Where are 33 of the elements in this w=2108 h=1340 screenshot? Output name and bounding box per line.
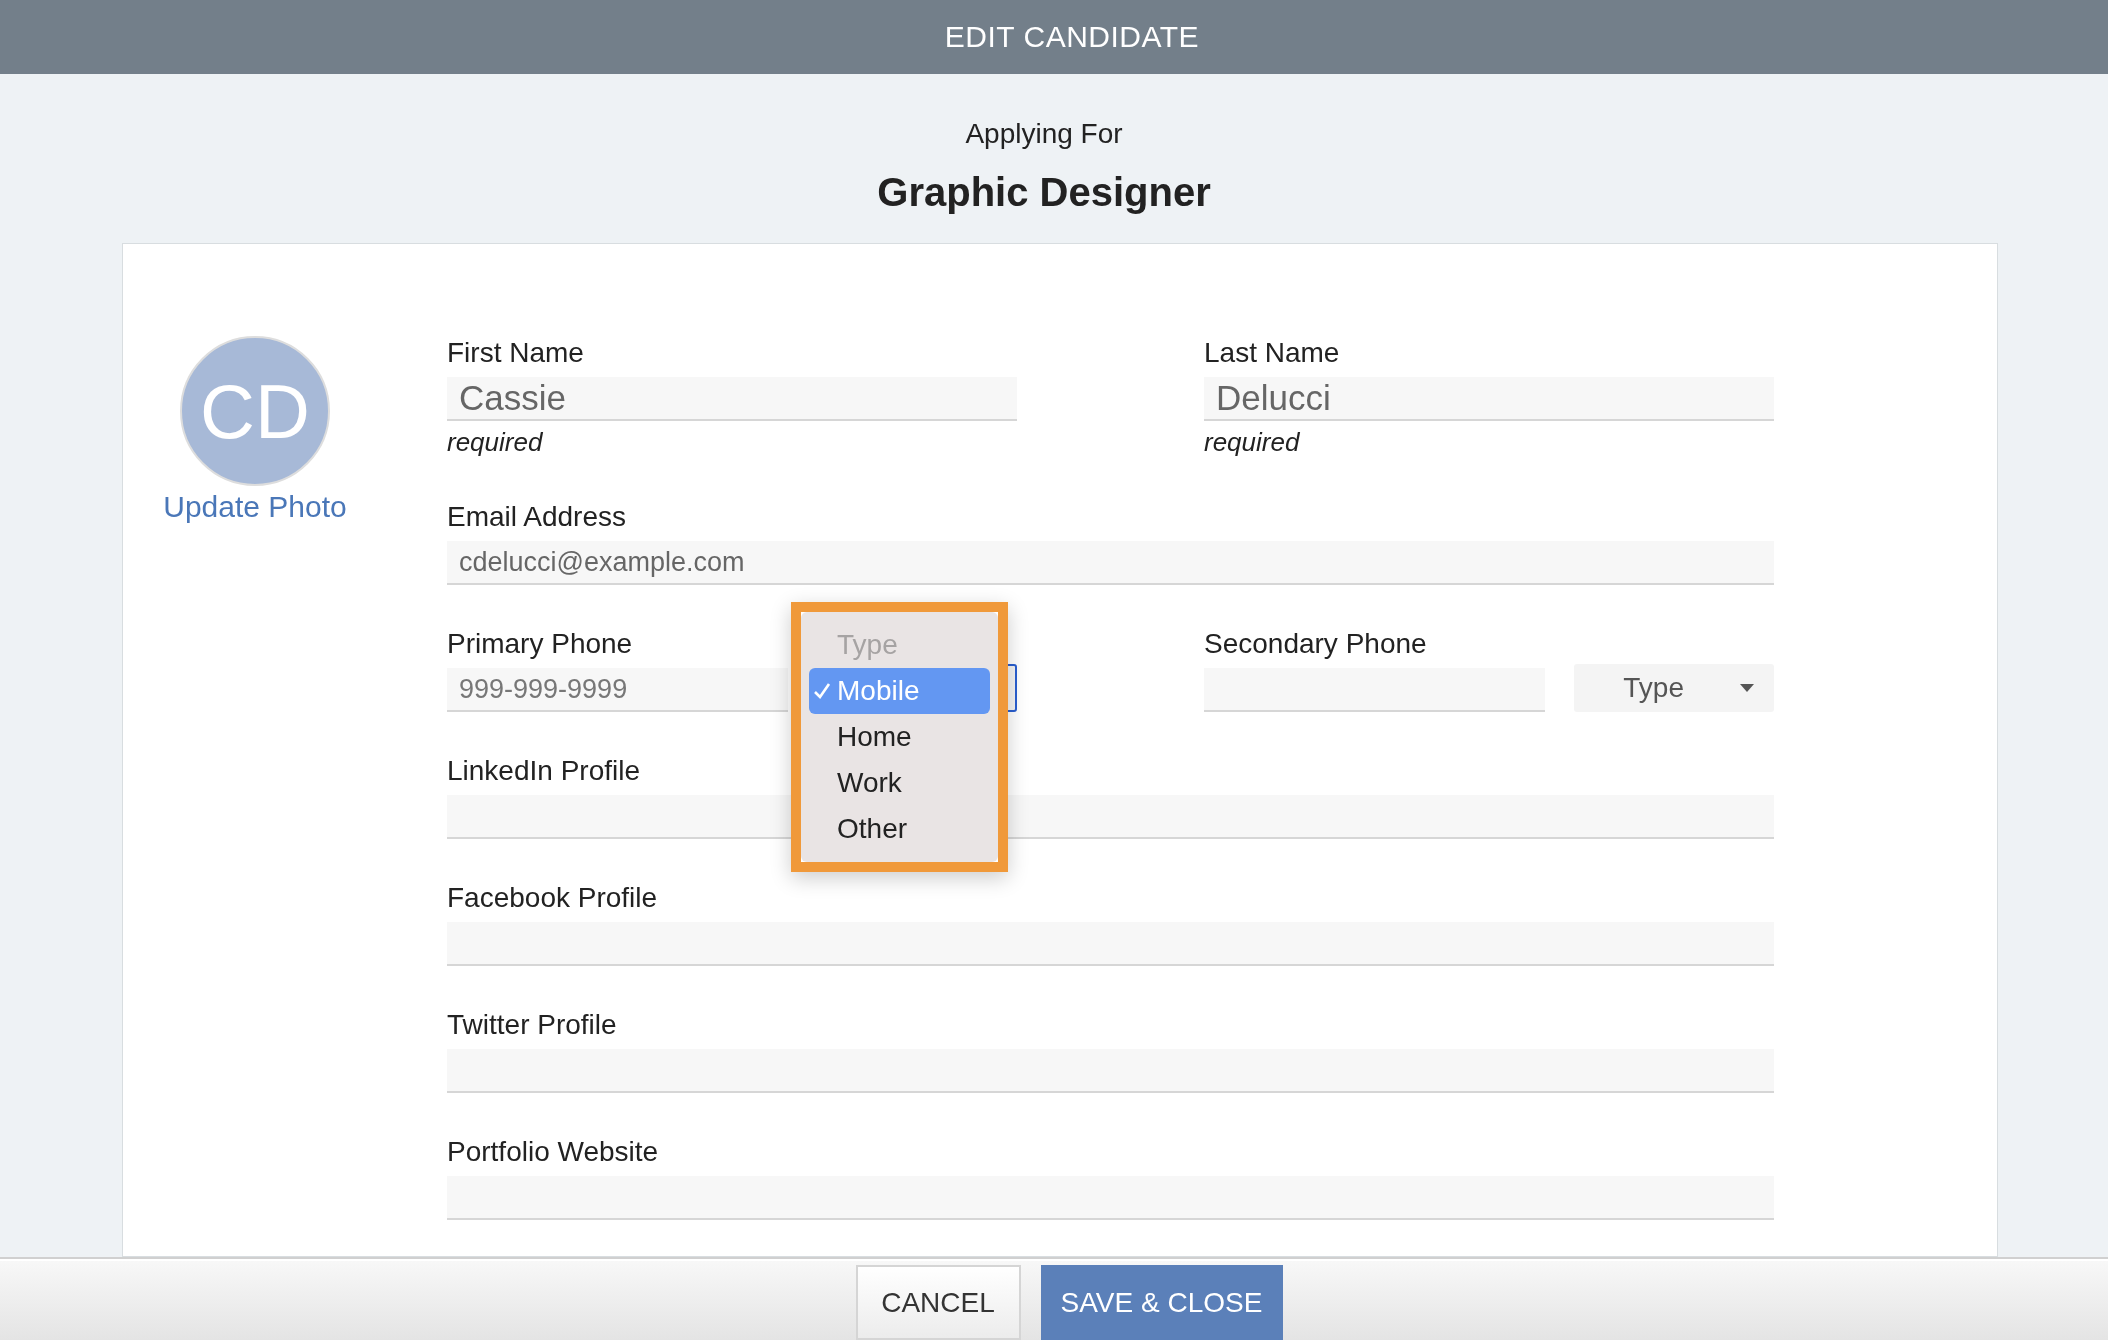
dialog-title: EDIT CANDIDATE <box>944 20 1200 54</box>
phone-input[interactable]: 999-999-9999 <box>447 668 788 712</box>
dropdown-option[interactable]: Work <box>809 760 990 806</box>
save-close-button[interactable]: SAVE & CLOSE <box>1040 1265 1283 1340</box>
caret-icon <box>1740 684 1754 692</box>
field-label: LinkedIn Profile <box>447 754 640 788</box>
applying-for-label: Applying For <box>965 118 1123 150</box>
field-label: Secondary Phone <box>1204 627 1427 661</box>
required-note: required <box>447 427 544 458</box>
field-label: Email Address <box>447 500 626 534</box>
field-label: Last Name <box>1204 336 1340 370</box>
dropdown-option[interactable]: Home <box>809 714 990 760</box>
dropdown-option[interactable]: Mobile <box>809 668 990 714</box>
field-label: Portfolio Website <box>447 1135 659 1169</box>
text-input[interactable]: Delucci <box>1204 377 1774 421</box>
required-note: required <box>1204 427 1301 458</box>
text-input[interactable] <box>447 922 1774 966</box>
update-photo-link[interactable]: Update Photo <box>163 490 347 524</box>
avatar-circle: CD <box>180 336 330 486</box>
cancel-button[interactable]: CANCEL <box>855 1265 1021 1340</box>
text-input[interactable] <box>447 1176 1774 1220</box>
phone-input[interactable] <box>1204 668 1545 712</box>
field-label: Primary Phone <box>447 627 633 661</box>
field-label: First Name <box>447 336 584 370</box>
job-title: Graphic Designer <box>877 170 1211 215</box>
type-select[interactable]: Type <box>1574 664 1774 712</box>
text-input[interactable] <box>447 1049 1774 1093</box>
text-input[interactable]: Cassie <box>447 377 1017 421</box>
field-label: Twitter Profile <box>447 1008 617 1042</box>
checkmark-icon <box>813 682 831 700</box>
field-label: Facebook Profile <box>447 881 658 915</box>
select-placeholder: Type <box>1623 672 1684 704</box>
text-input[interactable]: cdelucci@example.com <box>447 541 1774 585</box>
